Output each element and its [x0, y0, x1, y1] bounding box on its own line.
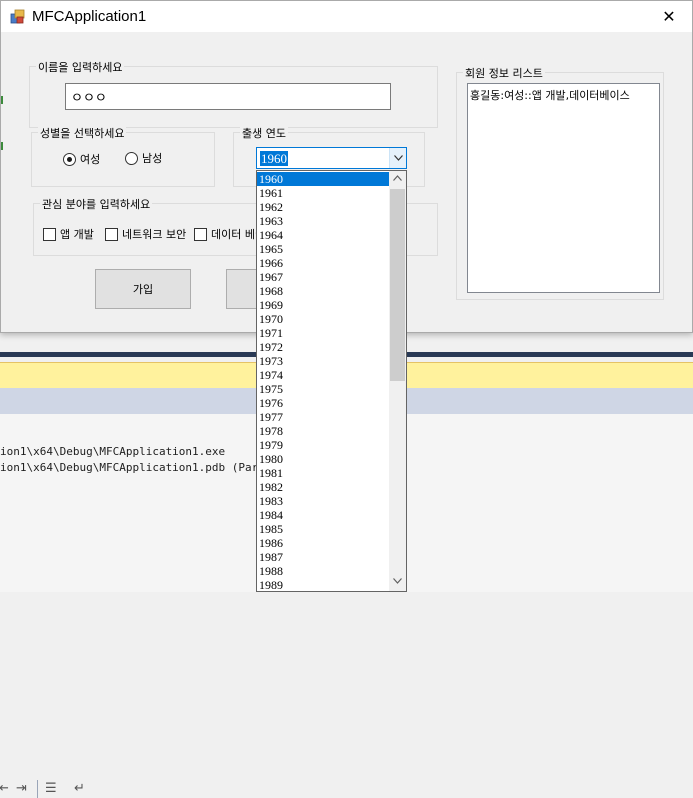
indent-increase-icon[interactable]: ⇥	[16, 781, 27, 797]
year-option[interactable]: 1975	[257, 382, 389, 396]
close-icon: ✕	[662, 7, 676, 26]
year-option[interactable]: 1960	[257, 172, 389, 186]
year-option[interactable]: 1983	[257, 494, 389, 508]
birth-year-selected: 1960	[260, 151, 288, 166]
year-option[interactable]: 1985	[257, 522, 389, 536]
name-input[interactable]: ㅇㅇㅇ	[65, 83, 391, 110]
indent-decrease-icon[interactable]: ⇤	[0, 781, 9, 797]
year-option[interactable]: 1984	[257, 508, 389, 522]
output-line: ion1\x64\Debug\MFCApplication1.exe	[0, 445, 226, 458]
year-option[interactable]: 1967	[257, 270, 389, 284]
background-marker	[1, 142, 3, 150]
year-option[interactable]: 1969	[257, 298, 389, 312]
chevron-down-icon[interactable]	[389, 148, 406, 168]
radio-female[interactable]: 여성	[63, 151, 100, 167]
birth-year-combo[interactable]: 1960	[256, 147, 407, 169]
radio-female-label: 여성	[80, 153, 101, 166]
scrollbar-thumb[interactable]	[390, 189, 405, 381]
clear-all-icon[interactable]: ☰	[45, 781, 57, 797]
mfc-app-icon	[10, 9, 25, 24]
year-option[interactable]: 1989	[257, 578, 389, 591]
radio-male-label: 남성	[142, 152, 163, 165]
checkbox-network-security-label: 네트워크 보안	[122, 228, 187, 241]
year-option[interactable]: 1980	[257, 452, 389, 466]
chevron-up-icon[interactable]	[389, 171, 406, 188]
join-button[interactable]: 가입	[95, 269, 191, 309]
year-option[interactable]: 1970	[257, 312, 389, 326]
year-option[interactable]: 1976	[257, 396, 389, 410]
window-title: MFCApplication1	[32, 8, 147, 25]
checkbox-app-dev-label: 앱 개발	[60, 228, 94, 241]
checkbox-app-dev[interactable]: 앱 개발	[43, 226, 94, 242]
word-wrap-icon[interactable]: ↵	[74, 781, 85, 797]
year-option[interactable]: 1971	[257, 326, 389, 340]
year-option[interactable]: 1974	[257, 368, 389, 382]
radio-male-indicator	[125, 151, 138, 165]
toolbar-separator	[37, 780, 38, 798]
title-bar[interactable]: MFCApplication1 ✕	[1, 1, 692, 32]
checkbox-network-security[interactable]: 네트워크 보안	[105, 226, 186, 242]
gender-group-label: 성별을 선택하세요	[38, 125, 127, 141]
member-list-group-label: 회원 정보 리스트	[463, 65, 545, 81]
year-options: 1960 1961 1962 1963 1964 1965 1966 1967 1968 1969…	[257, 172, 389, 591]
birth-year-dropdown-list[interactable]: 1960 1961 1962 1963 1964 1965 1966 1967 1968 1969…	[256, 170, 407, 592]
list-item[interactable]: 홍길동:여성::앱 개발,데이터베이스	[470, 87, 657, 103]
checkbox-database-box	[194, 227, 207, 241]
year-option[interactable]: 1987	[257, 550, 389, 564]
year-option[interactable]: 1968	[257, 284, 389, 298]
year-option[interactable]: 1965	[257, 242, 389, 256]
dropdown-scrollbar[interactable]	[389, 171, 406, 591]
member-listbox[interactable]: 홍길동:여성::앱 개발,데이터베이스	[467, 83, 660, 293]
radio-male[interactable]: 남성	[125, 150, 162, 166]
year-option[interactable]: 1977	[257, 410, 389, 424]
checkbox-app-dev-box	[43, 227, 56, 241]
year-option[interactable]: 1979	[257, 438, 389, 452]
year-option[interactable]: 1982	[257, 480, 389, 494]
background-marker	[1, 96, 3, 104]
year-option[interactable]: 1972	[257, 340, 389, 354]
output-line: ion1\x64\Debug\MFCApplication1.pdb (Part…	[0, 461, 279, 474]
chevron-down-icon[interactable]	[389, 574, 406, 591]
year-option[interactable]: 1978	[257, 424, 389, 438]
year-option[interactable]: 1962	[257, 200, 389, 214]
close-button[interactable]: ✕	[646, 1, 692, 32]
year-option[interactable]: 1988	[257, 564, 389, 578]
gender-groupbox: 성별을 선택하세요	[31, 125, 215, 187]
checkbox-database[interactable]: 데이터 베이	[194, 226, 265, 242]
name-group-label: 이름을 입력하세요	[36, 59, 125, 75]
year-option[interactable]: 1961	[257, 186, 389, 200]
checkbox-network-security-box	[105, 227, 118, 241]
year-option[interactable]: 1963	[257, 214, 389, 228]
interest-group-label: 관심 분야를 입력하세요	[40, 196, 153, 212]
year-option[interactable]: 1966	[257, 256, 389, 270]
year-option[interactable]: 1986	[257, 536, 389, 550]
year-option[interactable]: 1981	[257, 466, 389, 480]
birth-year-group-label: 출생 연도	[240, 125, 288, 141]
year-option[interactable]: 1973	[257, 354, 389, 368]
year-option[interactable]: 1964	[257, 228, 389, 242]
radio-female-indicator	[63, 152, 76, 166]
